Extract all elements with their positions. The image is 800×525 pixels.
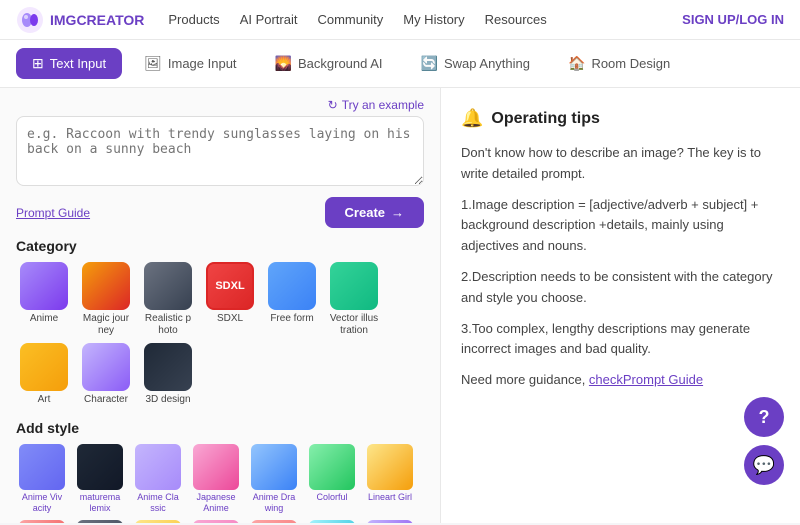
image-input-icon: 🖼 <box>144 55 162 72</box>
header: IMGCREATOR Products AI Portrait Communit… <box>0 0 800 40</box>
style-item-lin[interactable]: Lineart Girl <box>364 444 416 514</box>
tab-text-input[interactable]: ⊞ Text Input <box>16 48 122 79</box>
tips-p1: Don't know how to describe an image? The… <box>461 143 780 185</box>
category-title: Category <box>16 238 424 254</box>
prompt-guide-tips-link[interactable]: checkPrompt Guide <box>589 372 703 387</box>
sign-up-button[interactable]: SIGN UP/LOG IN <box>682 12 784 27</box>
style-img-viv <box>19 444 65 490</box>
style-img-art2 <box>77 520 123 523</box>
main-content: ↻ Try an example Prompt Guide Create → C… <box>0 88 800 523</box>
style-item-art[interactable]: Anime Art <box>74 520 126 523</box>
left-panel: ↻ Try an example Prompt Guide Create → C… <box>0 88 440 523</box>
tips-p4: 3.Too complex, lengthy descriptions may … <box>461 319 780 361</box>
room-design-icon: 🏠 <box>568 55 585 72</box>
style-img-lin <box>367 444 413 490</box>
style-item-fai[interactable]: Fairy Girl <box>132 520 184 523</box>
tab-swap-anything[interactable]: 🔄 Swap Anything <box>405 48 546 79</box>
tab-image-input[interactable]: 🖼 Image Input <box>128 48 252 79</box>
background-ai-icon: 🌄 <box>275 55 292 72</box>
category-img-vector <box>330 262 378 310</box>
logo-text: IMGCREATOR <box>50 12 144 28</box>
style-item-viv[interactable]: Anime Viv acity <box>16 444 68 514</box>
category-item-vector[interactable]: Vector illus tration <box>326 262 382 337</box>
tips-header: 🔔 Operating tips <box>461 108 780 129</box>
style-img-col <box>309 444 355 490</box>
style-img-kaw <box>19 520 65 523</box>
category-img-sdxl: SDXL <box>206 262 254 310</box>
category-item-freeform[interactable]: Free form <box>264 262 320 337</box>
nav-community[interactable]: Community <box>317 12 383 27</box>
prompt-guide-link[interactable]: Prompt Guide <box>16 206 90 220</box>
category-item-3d[interactable]: 3D design <box>140 343 196 406</box>
style-img-moo <box>193 520 239 523</box>
style-item-col[interactable]: Colorful <box>306 444 358 514</box>
text-input-icon: ⊞ <box>32 55 44 72</box>
nav-ai-portrait[interactable]: AI Portrait <box>240 12 298 27</box>
try-example-link[interactable]: ↻ Try an example <box>16 98 424 112</box>
create-button[interactable]: Create → <box>325 197 424 228</box>
category-img-3d <box>144 343 192 391</box>
chat-float-button[interactable]: 💬 <box>744 445 784 485</box>
tab-background-ai[interactable]: 🌄 Background AI <box>259 48 399 79</box>
main-nav: Products AI Portrait Community My Histor… <box>168 12 682 27</box>
category-img-magic <box>82 262 130 310</box>
style-item-chi[interactable]: Chibi Girl <box>248 520 300 523</box>
float-buttons: ? 💬 <box>744 397 784 485</box>
style-grid: Anime Viv acity maturema lemix Anime Cla… <box>16 444 424 523</box>
tab-room-design[interactable]: 🏠 Room Design <box>552 48 686 79</box>
tips-title: Operating tips <box>491 110 599 128</box>
logo-icon <box>16 6 44 34</box>
style-item-mat[interactable]: maturema lemix <box>74 444 126 514</box>
category-item-anime[interactable]: Anime <box>16 262 72 337</box>
style-img-jap <box>193 444 239 490</box>
style-img-fai <box>135 520 181 523</box>
help-icon: ? <box>759 407 770 428</box>
style-item-cla[interactable]: Anime Cla ssic <box>132 444 184 514</box>
category-img-freeform <box>268 262 316 310</box>
style-item-uki[interactable]: Ukiyo-e <box>306 520 358 523</box>
style-item-dra[interactable]: Anime Dra wing <box>248 444 300 514</box>
category-img-realistic <box>144 262 192 310</box>
swap-anything-icon: 🔄 <box>421 55 438 72</box>
style-img-dra <box>251 444 297 490</box>
styles-title: Add style <box>16 420 424 436</box>
nav-resources[interactable]: Resources <box>485 12 547 27</box>
category-item-art[interactable]: Art <box>16 343 72 406</box>
tips-p2: 1.Image description = [adjective/adverb … <box>461 195 780 257</box>
nav-products[interactable]: Products <box>168 12 219 27</box>
bell-icon: 🔔 <box>461 108 483 129</box>
style-item-car[interactable]: Cardiology <box>364 520 416 523</box>
tab-bar: ⊞ Text Input 🖼 Image Input 🌄 Background … <box>0 40 800 88</box>
refresh-icon: ↻ <box>328 98 338 112</box>
category-img-art <box>20 343 68 391</box>
style-img-car <box>367 520 413 523</box>
category-grid: Anime Magic jour ney Realistic p hoto SD… <box>16 262 424 406</box>
category-img-anime <box>20 262 68 310</box>
tips-p5: Need more guidance, checkPrompt Guide <box>461 370 780 391</box>
logo: IMGCREATOR <box>16 6 144 34</box>
style-img-chi <box>251 520 297 523</box>
help-float-button[interactable]: ? <box>744 397 784 437</box>
style-img-mat <box>77 444 123 490</box>
chat-icon: 💬 <box>753 455 775 476</box>
style-item-kaw[interactable]: Kawailmix Girl <box>16 520 68 523</box>
prompt-textarea[interactable] <box>16 116 424 186</box>
style-img-uki <box>309 520 355 523</box>
category-img-character <box>82 343 130 391</box>
category-item-magic[interactable]: Magic jour ney <box>78 262 134 337</box>
arrow-icon: → <box>391 205 404 220</box>
category-item-realistic[interactable]: Realistic p hoto <box>140 262 196 337</box>
category-item-character[interactable]: Character <box>78 343 134 406</box>
style-item-moo[interactable]: Mooncute Girl <box>190 520 242 523</box>
prompt-actions: Prompt Guide Create → <box>16 197 424 228</box>
category-item-sdxl[interactable]: SDXL SDXL <box>202 262 258 337</box>
tips-p3: 2.Description needs to be consistent wit… <box>461 267 780 309</box>
style-img-cla <box>135 444 181 490</box>
nav-my-history[interactable]: My History <box>403 12 464 27</box>
style-item-jap[interactable]: Japanese Anime <box>190 444 242 514</box>
